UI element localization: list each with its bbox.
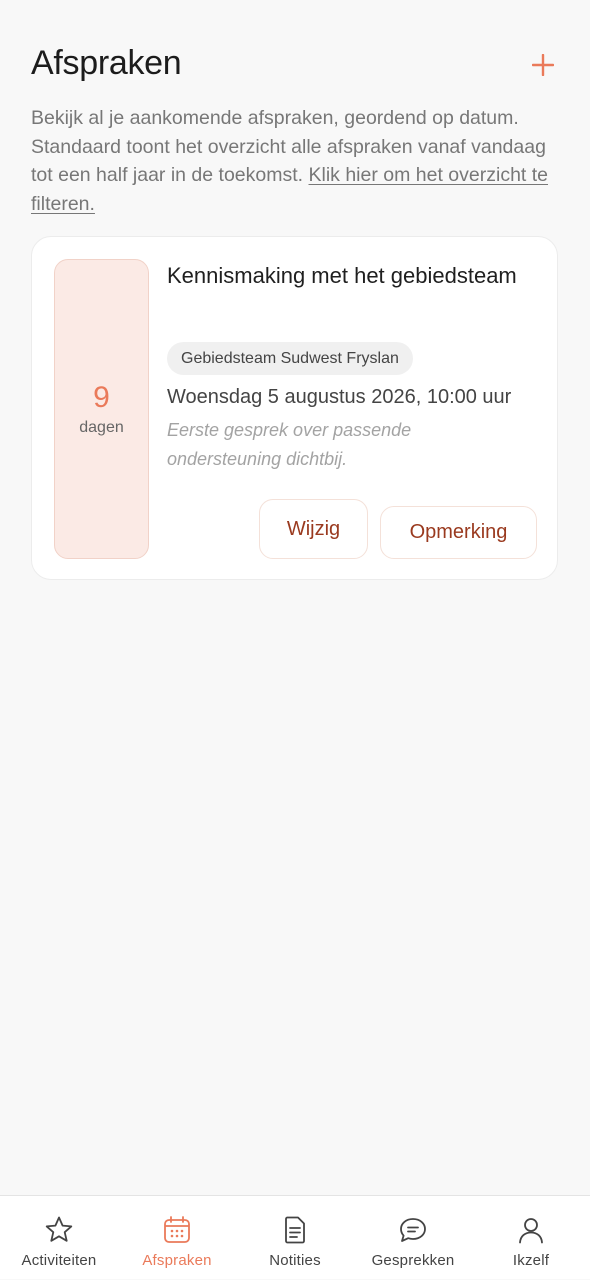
team-tag: Gebiedsteam Sudwest Fryslan (167, 342, 413, 375)
days-until-badge: 9 dagen (54, 259, 149, 559)
days-count: 9 (93, 381, 110, 414)
nav-label-afspraken: Afspraken (142, 1252, 212, 1269)
add-appointment-button[interactable] (526, 48, 560, 82)
document-icon (285, 1216, 305, 1244)
nav-label-activiteiten: Activiteiten (21, 1252, 97, 1269)
bottom-navigation: Activiteiten Afspraken Notities Gesprekk… (0, 1195, 590, 1279)
intro-text: Bekijk al je aankomende afspraken, geord… (31, 104, 561, 218)
appointment-title: Kennismaking met het gebiedsteam (167, 263, 517, 288)
user-icon (519, 1218, 543, 1244)
nav-item-notities[interactable]: Notities (236, 1196, 354, 1280)
nav-item-gesprekken[interactable]: Gesprekken (354, 1196, 472, 1280)
nav-item-activiteiten[interactable]: Activiteiten (0, 1196, 118, 1280)
appointment-datetime: Woensdag 5 augustus 2026, 10:00 uur (167, 386, 512, 408)
nav-label-gesprekken: Gesprekken (371, 1252, 455, 1269)
appointment-note: Eerste gesprek over passende ondersteuni… (167, 420, 412, 469)
nav-item-afspraken[interactable]: Afspraken (118, 1196, 236, 1280)
header: Afspraken (31, 40, 560, 90)
remark-button[interactable]: Opmerking (380, 506, 537, 559)
nav-label-ikzelf: Ikzelf (512, 1252, 550, 1269)
nav-item-ikzelf[interactable]: Ikzelf (472, 1196, 590, 1280)
days-unit: dagen (79, 419, 124, 436)
edit-button[interactable]: Wijzig (259, 499, 368, 559)
nav-label-notities: Notities (269, 1252, 321, 1269)
chat-icon (400, 1218, 426, 1242)
calendar-icon (164, 1216, 190, 1243)
plus-icon (532, 54, 554, 76)
page-title: Afspraken (31, 44, 182, 82)
star-icon (45, 1216, 73, 1242)
appointment-card[interactable]: 9 dagen Kennismaking met het gebiedsteam… (31, 236, 558, 580)
